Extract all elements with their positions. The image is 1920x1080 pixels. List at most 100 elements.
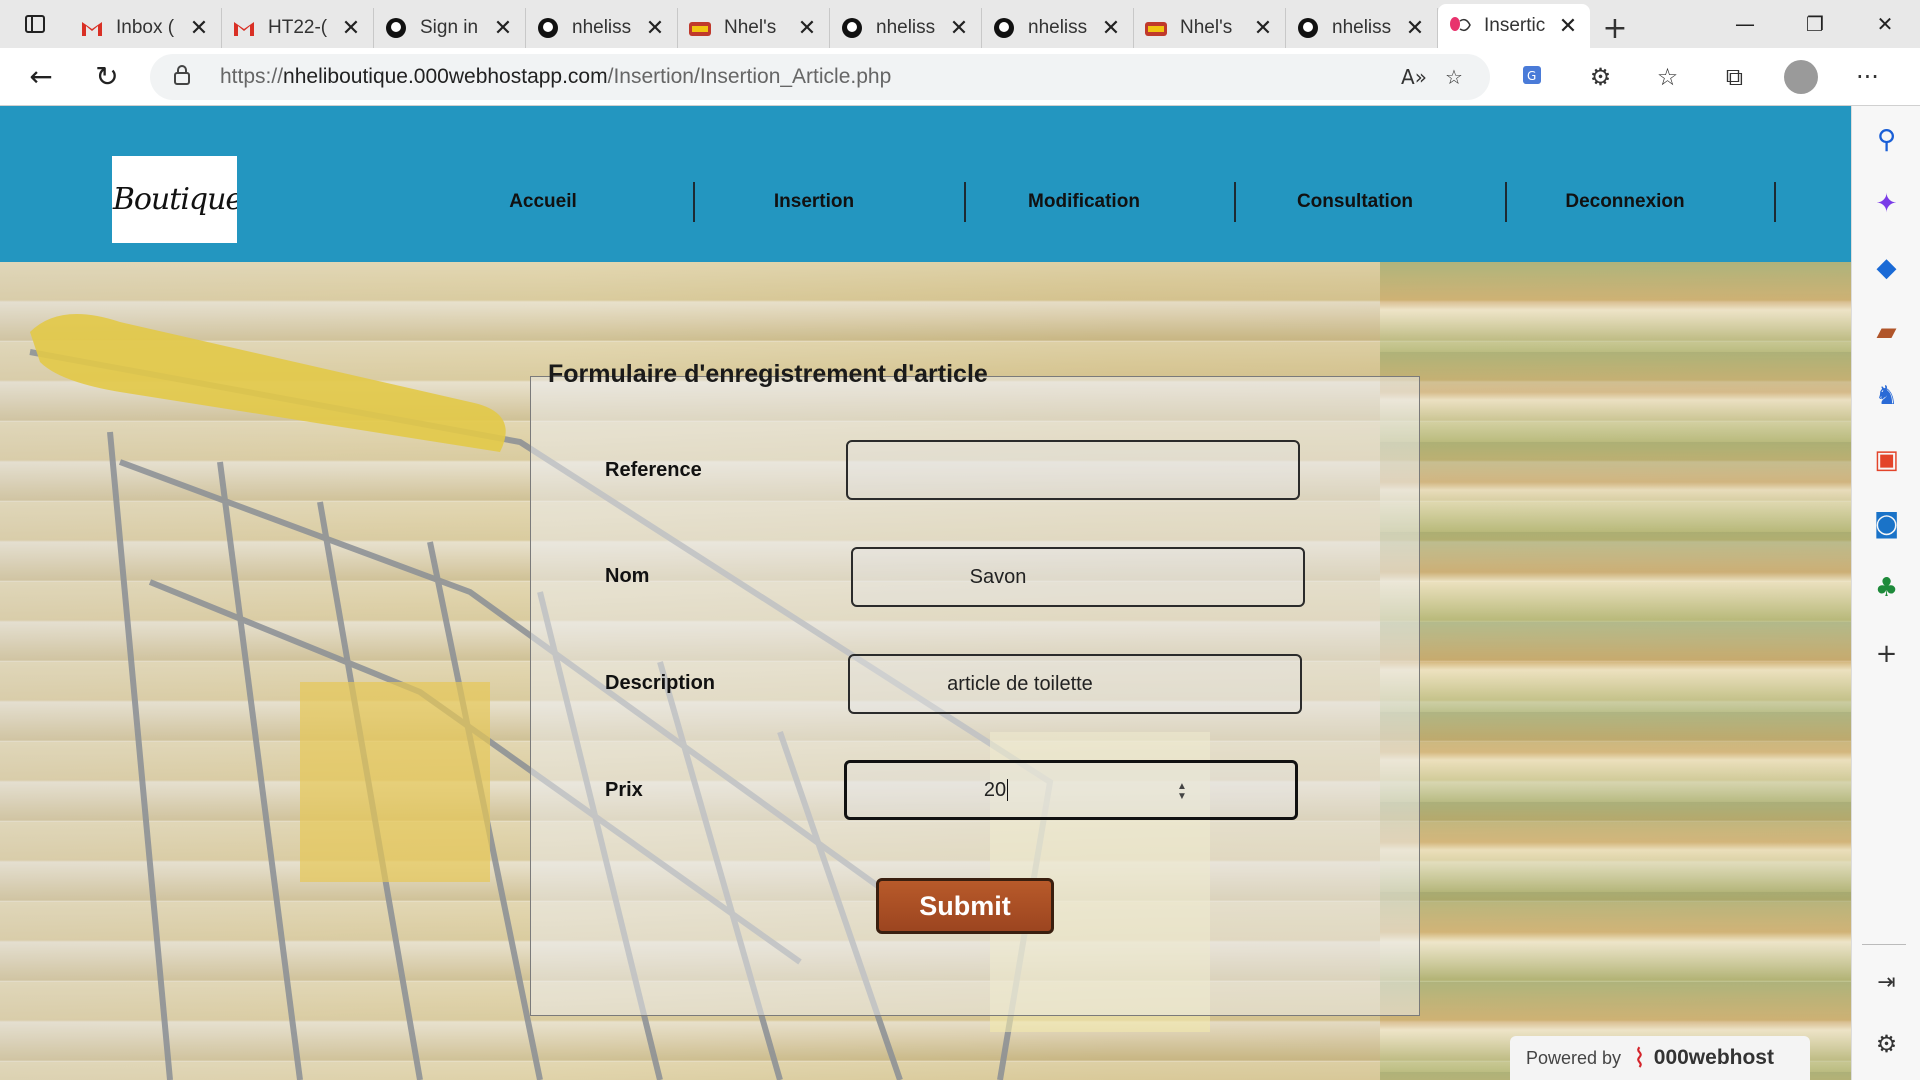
text-caret xyxy=(1007,779,1009,802)
lock-icon xyxy=(174,64,202,90)
nav-divider xyxy=(964,182,966,222)
close-icon[interactable]: ✕ xyxy=(491,16,515,41)
description-label: Description xyxy=(605,672,716,694)
collections-icon[interactable]: ⧉ xyxy=(1701,48,1768,106)
reload-button[interactable]: ↻ xyxy=(74,48,140,106)
logo-text: Boutique xyxy=(112,182,237,217)
outlook-icon[interactable]: ◙ xyxy=(1852,504,1920,544)
tab-title: Insertic xyxy=(1484,15,1546,36)
url-host: nheliboutique.000webhostapp.com xyxy=(283,65,608,88)
close-icon[interactable]: ✕ xyxy=(1099,16,1123,41)
number-spinner[interactable]: ▲ ▼ xyxy=(1175,780,1189,804)
tab-github-3[interactable]: nheliss ✕ xyxy=(982,8,1134,48)
powered-by-badge[interactable]: Powered by ⌇ 000webhost xyxy=(1510,1036,1810,1080)
close-icon[interactable]: ✕ xyxy=(947,16,971,41)
tab-insertion-active[interactable]: Insertic ✕ xyxy=(1438,4,1590,48)
new-tab-button[interactable]: + xyxy=(1590,8,1640,48)
tab-nhels-2[interactable]: Nhel's ✕ xyxy=(1134,8,1286,48)
tree-icon[interactable]: ♣ xyxy=(1852,568,1920,608)
window-controls: — ❐ ✕ xyxy=(1710,0,1920,48)
tab-sign-in[interactable]: Sign in ✕ xyxy=(374,8,526,48)
host-brand: 000webhost xyxy=(1653,1046,1774,1069)
reference-label: Reference xyxy=(605,459,702,481)
close-icon[interactable]: ✕ xyxy=(187,16,211,41)
url-text: https://nheliboutique.000webhostapp.com/… xyxy=(220,65,1394,89)
close-icon[interactable]: ✕ xyxy=(1251,16,1275,41)
nav-accueil[interactable]: Accueil xyxy=(463,182,623,222)
close-icon[interactable]: ✕ xyxy=(1403,16,1427,41)
back-button[interactable]: ← xyxy=(8,48,74,106)
shopping-tag-icon[interactable]: ◆ xyxy=(1852,248,1920,288)
close-icon[interactable]: ✕ xyxy=(643,16,667,41)
tools-icon[interactable]: ▰ xyxy=(1852,312,1920,352)
github-icon xyxy=(384,16,408,40)
nav-consultation[interactable]: Consultation xyxy=(1275,182,1435,222)
nom-input[interactable]: Savon xyxy=(851,547,1305,607)
prix-value: 20 xyxy=(983,778,1007,801)
description-input[interactable]: article de toilette xyxy=(848,654,1302,714)
powered-by-text: Powered by xyxy=(1526,1047,1622,1068)
address-bar: ← ↻ https://nheliboutique.000webhostapp.… xyxy=(0,48,1920,106)
tab-title: nheliss xyxy=(1028,17,1088,38)
site-logo[interactable]: Boutique xyxy=(112,156,237,243)
search-icon[interactable]: ⚲ xyxy=(1852,120,1920,160)
tab-nhels-1[interactable]: Nhel's ✕ xyxy=(678,8,830,48)
nav-divider xyxy=(693,182,695,222)
url-field[interactable]: https://nheliboutique.000webhostapp.com/… xyxy=(150,54,1490,100)
tab-actions-button[interactable] xyxy=(0,0,70,48)
nav-divider xyxy=(1505,182,1507,222)
boutique-icon xyxy=(1448,14,1472,38)
tab-ht22[interactable]: HT22-( ✕ xyxy=(222,8,374,48)
plus-icon: + xyxy=(1602,10,1628,46)
github-icon xyxy=(1296,16,1320,40)
add-sidebar-app-icon[interactable]: + xyxy=(1852,634,1920,674)
tab-title: HT22-( xyxy=(268,17,328,38)
prix-input[interactable]: 20 ▲ ▼ xyxy=(844,760,1298,820)
office-icon[interactable]: ▣ xyxy=(1852,440,1920,480)
copilot-icon[interactable]: ✦ xyxy=(1852,184,1920,224)
close-icon[interactable]: ✕ xyxy=(795,16,819,41)
nav-deconnexion[interactable]: Deconnexion xyxy=(1545,182,1705,222)
minimize-button[interactable]: — xyxy=(1710,0,1780,48)
close-icon[interactable]: ✕ xyxy=(1556,14,1580,39)
prix-label: Prix xyxy=(605,779,643,801)
tab-inbox[interactable]: Inbox ( ✕ xyxy=(70,8,222,48)
tab-title: Sign in xyxy=(420,17,479,38)
sidebar-divider xyxy=(1862,944,1906,945)
nav-insertion[interactable]: Insertion xyxy=(734,182,894,222)
read-aloud-icon[interactable]: A» xyxy=(1394,65,1434,89)
tab-github-4[interactable]: nheliss ✕ xyxy=(1286,8,1438,48)
back-arrow-icon: ← xyxy=(29,60,53,93)
close-icon[interactable]: ✕ xyxy=(339,16,363,41)
translate-icon[interactable]: G xyxy=(1500,48,1567,106)
svg-text:G: G xyxy=(1527,69,1536,83)
url-scheme: https:// xyxy=(220,65,284,88)
tab-title: nheliss xyxy=(1332,17,1392,38)
tab-title: Nhel's xyxy=(724,17,777,38)
url-path: /Insertion/Insertion_Article.php xyxy=(607,65,892,88)
profile-avatar[interactable] xyxy=(1784,60,1818,94)
more-menu-icon[interactable]: ··· xyxy=(1834,48,1901,106)
browser-toolbar: G ⚙ ☆ ⧉ ··· xyxy=(1500,48,1901,106)
hide-sidebar-icon[interactable]: ⇥ xyxy=(1852,962,1920,1002)
tab-title: nheliss xyxy=(876,17,936,38)
close-window-button[interactable]: ✕ xyxy=(1850,0,1920,48)
tab-github-2[interactable]: nheliss ✕ xyxy=(830,8,982,48)
nav-modification[interactable]: Modification xyxy=(1004,182,1164,222)
extensions-icon[interactable]: ⚙ xyxy=(1567,48,1634,106)
favorites-icon[interactable]: ☆ xyxy=(1634,48,1701,106)
tab-github-1[interactable]: nheliss ✕ xyxy=(526,8,678,48)
add-favorite-icon[interactable]: ☆ xyxy=(1434,65,1474,89)
submit-button[interactable]: Submit xyxy=(876,878,1054,934)
reference-input[interactable] xyxy=(846,440,1300,500)
tab-title: nheliss xyxy=(572,17,632,38)
sidebar-settings-icon[interactable]: ⚙ xyxy=(1852,1024,1920,1064)
games-icon[interactable]: ♞ xyxy=(1852,376,1920,416)
reload-icon: ↻ xyxy=(95,60,119,93)
site-header: Boutique Accueil Insertion Modification … xyxy=(0,106,1851,262)
tab-bar: Inbox ( ✕ HT22-( ✕ Sign in ✕ nheliss ✕ N… xyxy=(0,0,1920,48)
shop-icon xyxy=(688,16,712,40)
tab-title: Inbox ( xyxy=(116,17,175,38)
nav-divider xyxy=(1234,182,1236,222)
restore-button[interactable]: ❐ xyxy=(1780,0,1850,48)
